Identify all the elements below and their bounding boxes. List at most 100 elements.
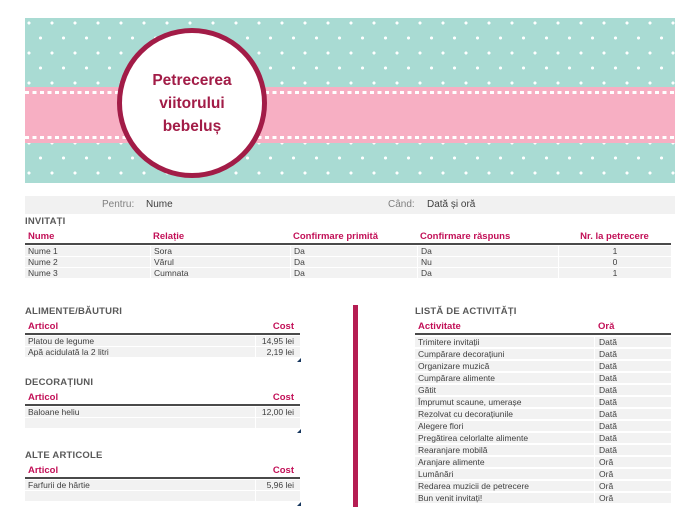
column-header: Nume [25,230,150,243]
item-cell[interactable]: Apă acidulată la 2 litri [25,347,255,357]
column-header: Cost [255,464,300,477]
table-row: Rearanjare mobilă Dată [415,445,671,455]
when-label: Când: [388,196,415,214]
guests-section: INVITAȚI Nume Relație Confirmare primită… [25,216,671,278]
time-cell[interactable]: Dată [594,409,671,419]
other-items-heading: ALTE ARTICOLE [25,450,300,463]
table-row: Pregătirea celorlalte alimente Dată [415,433,671,443]
party-info-bar: Pentru: Nume Când: Dată și oră [25,196,675,214]
guest-count-cell[interactable]: 1 [558,268,671,278]
column-header: Confirmare răspuns [417,230,558,243]
table-row: Împrumut scaune, umerașe Dată [415,397,671,407]
item-cell[interactable]: Farfurii de hârtie [25,480,255,490]
activity-cell[interactable]: Împrumut scaune, umerașe [415,397,594,407]
table-row: Alegere flori Dată [415,421,671,431]
section-divider-bar [353,305,358,507]
guest-confirm-response-cell[interactable]: Da [417,246,558,256]
activity-cell[interactable]: Organizare muzică [415,361,594,371]
for-label: Pentru: [102,196,134,214]
item-cell[interactable]: Platou de legume [25,336,255,346]
cost-cell[interactable]: 12,00 lei [255,407,300,417]
time-cell[interactable]: Oră [594,481,671,491]
activities-heading: LISTĂ DE ACTIVITĂȚI [415,306,671,319]
polka-dot-banner: Petrecerea viitorului bebeluș [25,18,675,183]
column-header: Articol [25,320,255,333]
activity-cell[interactable]: Cumpărare alimente [415,373,594,383]
activity-cell[interactable]: Gătit [415,385,594,395]
table-row: Rezolvat cu decorațiunile Dată [415,409,671,419]
when-value-field[interactable]: Dată și oră [427,196,475,214]
activity-cell[interactable]: Rezolvat cu decorațiunile [415,409,594,419]
column-header: Relație [150,230,290,243]
guests-header-row: Nume Relație Confirmare primită Confirma… [25,230,671,245]
table-resize-corner-icon[interactable] [297,358,301,362]
activity-cell[interactable]: Trimitere invitații [415,337,594,347]
table-row: Redarea muzicii de petrecere Oră [415,481,671,491]
table-row: Platou de legume 14,95 lei [25,336,300,346]
decorations-heading: DECORAȚIUNI [25,377,300,390]
activities-section: LISTĂ DE ACTIVITĂȚI Activitate Oră Trimi… [415,306,671,503]
guests-heading: INVITAȚI [25,216,671,229]
guest-relation-cell[interactable]: Vărul [150,257,290,267]
time-cell[interactable]: Oră [594,493,671,503]
time-cell[interactable]: Dată [594,385,671,395]
item-cell [25,491,255,501]
table-resize-corner-icon[interactable] [297,429,301,433]
guest-confirm-response-cell[interactable]: Nu [417,257,558,267]
page-title: Petrecerea viitorului bebeluș [152,69,231,138]
activity-cell[interactable]: Pregătirea celorlalte alimente [415,433,594,443]
guest-confirm-received-cell[interactable]: Da [290,257,417,267]
table-row: Nume 2 Vărul Da Nu 0 [25,257,671,267]
time-cell[interactable]: Dată [594,397,671,407]
cost-cell[interactable]: 2,19 lei [255,347,300,357]
activity-cell[interactable]: Rearanjare mobilă [415,445,594,455]
table-row: Apă acidulată la 2 litri 2,19 lei [25,347,300,357]
activity-cell[interactable]: Lumânări [415,469,594,479]
item-cell [25,418,255,428]
table-row-empty[interactable] [25,418,300,428]
table-row: Nume 1 Sora Da Da 1 [25,246,671,256]
time-cell[interactable]: Dată [594,349,671,359]
decorations-section: DECORAȚIUNI Articol Cost Baloane heliu 1… [25,377,300,428]
activity-cell[interactable]: Aranjare alimente [415,457,594,467]
activity-cell[interactable]: Bun venit invitați! [415,493,594,503]
time-cell[interactable]: Dată [594,337,671,347]
guest-name-cell[interactable]: Nume 3 [25,268,150,278]
time-cell[interactable]: Dată [594,421,671,431]
activity-cell[interactable]: Redarea muzicii de petrecere [415,481,594,491]
table-resize-corner-icon[interactable] [297,502,301,506]
time-cell[interactable]: Oră [594,469,671,479]
column-header: Activitate [415,320,594,333]
time-cell[interactable]: Dată [594,373,671,383]
guest-confirm-response-cell[interactable]: Da [417,268,558,278]
time-cell[interactable]: Dată [594,433,671,443]
decorations-header-row: Articol Cost [25,391,300,406]
guest-relation-cell[interactable]: Cumnata [150,268,290,278]
time-cell[interactable]: Dată [594,361,671,371]
food-header-row: Articol Cost [25,320,300,335]
column-header: Cost [255,391,300,404]
guest-name-cell[interactable]: Nume 2 [25,257,150,267]
guest-count-cell[interactable]: 1 [558,246,671,256]
guest-confirm-received-cell[interactable]: Da [290,246,417,256]
time-cell[interactable]: Oră [594,457,671,467]
activity-cell[interactable]: Alegere flori [415,421,594,431]
guest-count-cell[interactable]: 0 [558,257,671,267]
table-row-empty[interactable] [25,491,300,501]
cost-cell[interactable]: 5,96 lei [255,480,300,490]
time-cell[interactable]: Dată [594,445,671,455]
column-header: Nr. la petrecere [558,230,671,243]
cost-cell[interactable]: 14,95 lei [255,336,300,346]
table-row: Bun venit invitați! Oră [415,493,671,503]
guest-confirm-received-cell[interactable]: Da [290,268,417,278]
table-row: Baloane heliu 12,00 lei [25,407,300,417]
activity-cell[interactable]: Cumpărare decorațiuni [415,349,594,359]
for-value-field[interactable]: Nume [146,196,173,214]
column-header: Cost [255,320,300,333]
column-header: Confirmare primită [290,230,417,243]
guest-relation-cell[interactable]: Sora [150,246,290,256]
food-drinks-section: ALIMENTE/BĂUTURI Articol Cost Platou de … [25,306,300,357]
table-row: Lumânări Oră [415,469,671,479]
item-cell[interactable]: Baloane heliu [25,407,255,417]
guest-name-cell[interactable]: Nume 1 [25,246,150,256]
